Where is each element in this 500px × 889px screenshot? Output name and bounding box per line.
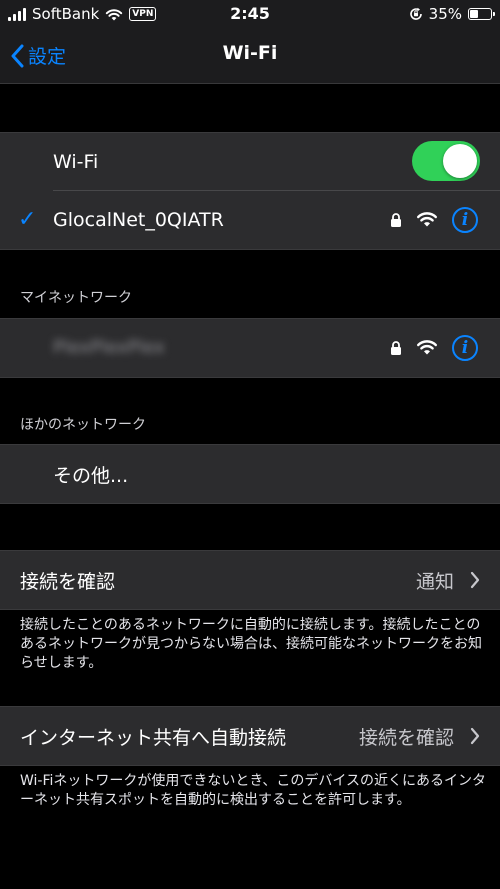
other-networks-group: その他... [0,444,500,504]
wifi-signal-icon [417,212,437,227]
chevron-right-icon [470,571,480,589]
wifi-toggle-switch[interactable] [412,141,480,181]
connected-network-name: GlocalNet_0QIATR [53,209,224,231]
ask-to-join-group: 接続を確認 通知 [0,550,500,610]
connected-network-row[interactable]: ✓ GlocalNet_0QIATR i [0,191,500,249]
orientation-lock-icon [409,7,422,20]
status-bar: SoftBank VPN 2:45 35% [0,0,500,28]
other-networks-header: ほかのネットワーク [20,417,146,433]
wifi-toggle-row: Wi-Fi [0,133,500,191]
ask-to-join-row[interactable]: 接続を確認 通知 [0,551,500,609]
hotspot-row[interactable]: インターネット共有へ自動接続 接続を確認 [0,707,500,765]
ask-to-join-label: 接続を確認 [20,570,116,593]
battery-percent: 35% [428,5,462,23]
other-network-row[interactable]: その他... [0,445,500,503]
ask-to-join-description: 接続したことのあるネットワークに自動的に接続します。接続したことのあるネットワー… [20,617,482,671]
battery-icon [468,8,495,20]
wifi-toggle-label: Wi-Fi [53,151,99,173]
status-right: 35% [409,5,495,23]
hotspot-description: Wi-Fiネットワークが使用できないとき、このデバイスの近くにあるインターネット… [20,773,486,808]
lock-icon [391,213,401,227]
my-networks-header: マイネットワーク [20,290,132,306]
wifi-signal-icon [417,340,437,355]
hotspot-value: 接続を確認 [358,726,454,749]
other-network-label: その他... [53,464,129,487]
hotspot-label: インターネット共有へ自動接続 [20,726,287,749]
wifi-settings-screen: SoftBank VPN 2:45 35% 設定 Wi-Fi Wi-Fi ✓ G… [0,0,500,889]
saved-network-name: PlexPlexPlex [53,337,165,358]
navigation-bar: 設定 Wi-Fi [0,28,500,84]
hotspot-group: インターネット共有へ自動接続 接続を確認 [0,706,500,766]
saved-network-row[interactable]: PlexPlexPlex i [0,319,500,377]
ask-to-join-value: 通知 [415,570,454,593]
page-title: Wi-Fi [222,42,278,64]
checkmark-icon: ✓ [18,207,37,232]
my-networks-group: PlexPlexPlex i [0,318,500,378]
lock-icon [391,341,401,355]
wifi-group: Wi-Fi ✓ GlocalNet_0QIATR i [0,132,500,250]
chevron-right-icon [470,727,480,745]
network-info-button[interactable]: i [452,335,478,361]
network-info-button[interactable]: i [452,207,478,233]
